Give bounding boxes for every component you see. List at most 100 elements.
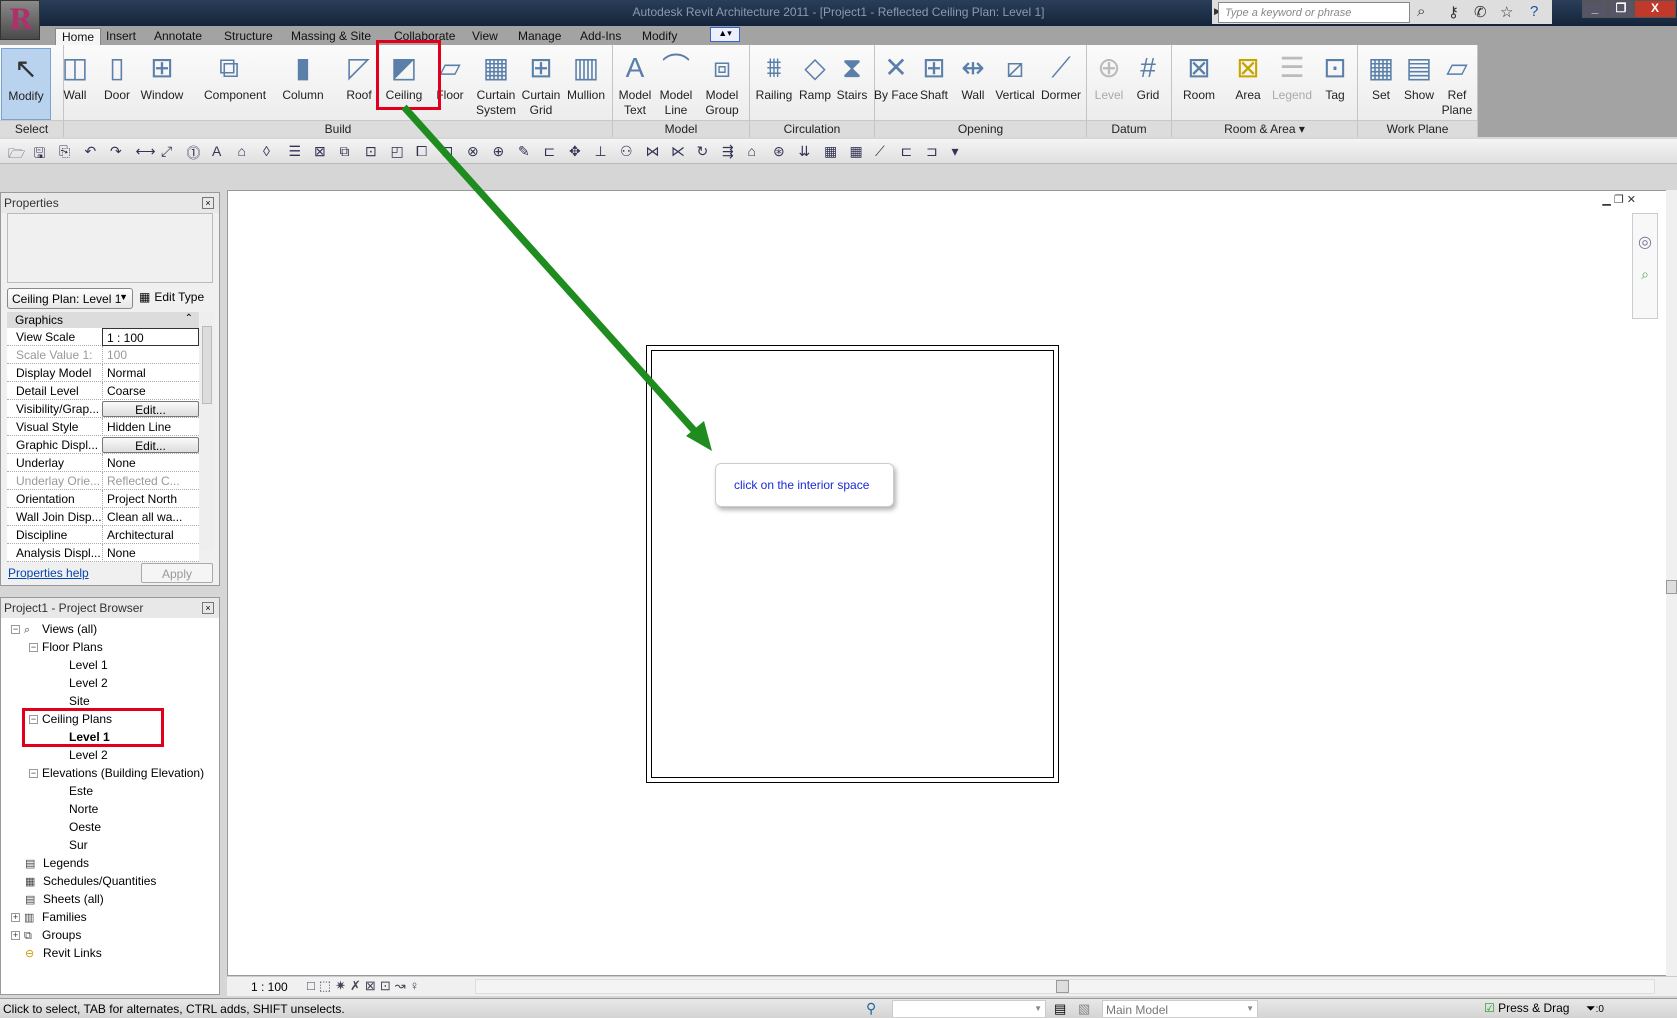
qat-tool-icon[interactable]: ▦ — [850, 143, 863, 160]
model-group-button[interactable]: ⧈ Model Group — [697, 48, 747, 120]
tree-item[interactable]: − ⌕ Views (all) — [11, 622, 97, 637]
filter-icon[interactable]: ⏷:0 — [1586, 1001, 1604, 1016]
curtain-grid-button[interactable]: ⊞ Curtain Grid — [516, 48, 566, 120]
horizontal-scrollbar[interactable] — [475, 979, 1655, 994]
qat-tool-icon[interactable]: ⊏ — [544, 143, 556, 160]
vertical-scrollbar[interactable] — [1666, 190, 1677, 978]
tree-item[interactable]: ⊖ Revit Links — [25, 946, 102, 960]
tab-structure[interactable]: Structure — [218, 28, 279, 45]
property-value[interactable]: 1 : 100 — [102, 328, 199, 346]
qat-tool-icon[interactable]: 🗁 — [8, 143, 25, 167]
qat-tool-icon[interactable]: ☰ — [289, 143, 302, 160]
editable-only-icon[interactable]: ▧ — [1078, 1001, 1090, 1017]
tab-view[interactable]: View — [466, 28, 504, 45]
properties-scrollbar[interactable] — [200, 312, 214, 550]
qat-tool-icon[interactable]: ⇶ — [722, 143, 734, 160]
tag-button[interactable]: ⊡ Tag — [1310, 48, 1360, 120]
window-button[interactable]: ⊞ Window — [137, 48, 187, 120]
stairs-button[interactable]: ⧗ Stairs — [827, 48, 877, 120]
binoculars-icon[interactable]: ⌕ — [1417, 3, 1425, 20]
edit-type-button[interactable]: ▦ Edit Type — [139, 290, 204, 304]
drawing-area[interactable]: ▁ ❐ ✕ ◎ ⌕ — [227, 190, 1667, 976]
property-value[interactable]: Clean all wa... — [102, 508, 199, 526]
property-value[interactable]: Hidden Line — [102, 418, 199, 436]
property-value[interactable]: Architectural — [102, 526, 199, 544]
qat-tool-icon[interactable]: ⓵ — [187, 143, 201, 163]
qat-tool-icon[interactable]: ✎ — [518, 143, 530, 160]
property-value[interactable]: Project North — [102, 490, 199, 508]
qat-tool-icon[interactable]: ⊐ — [926, 143, 938, 160]
grid-button[interactable]: # Grid — [1123, 48, 1173, 120]
qat-tool-icon[interactable]: ⎘ — [59, 143, 70, 160]
application-menu-button[interactable]: R — [0, 0, 40, 40]
qat-tool-icon[interactable]: ⊕ — [493, 143, 505, 160]
design-options-icon[interactable]: ▤ — [1054, 1001, 1066, 1017]
collapse-icon[interactable]: − — [29, 769, 38, 778]
worksets-icon[interactable]: ⚲ — [866, 1000, 876, 1017]
qat-tool-icon[interactable]: ⤢ — [161, 143, 172, 160]
property-value[interactable]: Coarse — [102, 382, 199, 400]
tab-add-ins[interactable]: Add-Ins — [574, 28, 627, 45]
qat-tool-icon[interactable]: ↻ — [697, 143, 709, 160]
qat-tool-icon[interactable]: ⊠ — [314, 143, 326, 160]
tree-item[interactable]: + ▥ Families — [11, 910, 87, 924]
modify-button[interactable]: ↖ Modify — [1, 48, 51, 120]
press-drag-checkbox[interactable]: ☑ Press & Drag — [1484, 1001, 1569, 1015]
workset-dropdown[interactable]: ▼ — [892, 1000, 1046, 1018]
qat-tool-icon[interactable]: ▾ — [952, 143, 959, 160]
qat-tool-icon[interactable]: ◊ — [263, 143, 270, 159]
help-icon[interactable]: ? — [1530, 3, 1538, 20]
tree-item[interactable]: ▦ Schedules/Quantities — [25, 874, 156, 888]
view-window-controls[interactable]: ▁ ❐ ✕ — [1602, 193, 1636, 206]
tree-item[interactable]: Norte — [69, 802, 98, 816]
room-button[interactable]: ⊠ Room — [1174, 48, 1224, 120]
vertical-button[interactable]: ⧄ Vertical — [990, 48, 1040, 120]
qat-tool-icon[interactable]: ⌂ — [748, 143, 756, 159]
search-input[interactable]: Type a keyword or phrase — [1218, 2, 1410, 23]
collapse-icon[interactable]: − — [29, 643, 38, 652]
qat-tool-icon[interactable]: ⇊ — [799, 143, 811, 160]
close-icon[interactable]: × — [202, 602, 214, 614]
key-icon[interactable]: ⚷ — [1448, 3, 1459, 21]
tree-item[interactable]: + ⧉ Groups — [11, 928, 81, 943]
tab-massing-site[interactable]: Massing & Site — [285, 28, 377, 45]
tree-item[interactable]: − Floor Plans — [29, 640, 103, 654]
component-button[interactable]: ⧉ Component — [204, 48, 266, 120]
navigation-bar[interactable]: ◎ ⌕ — [1632, 213, 1658, 319]
restore-icon[interactable]: ❐ — [1608, 0, 1634, 18]
view-control-icons[interactable]: □⬚✷✗⊠⊡↝♀ — [307, 978, 423, 994]
tab-home[interactable]: Home — [55, 28, 102, 45]
tab-manage[interactable]: Manage — [512, 28, 567, 45]
qat-tool-icon[interactable]: A — [212, 143, 221, 159]
qat-tool-icon[interactable]: ⊏ — [901, 143, 913, 160]
qat-tool-icon[interactable]: ⌂ — [238, 143, 246, 159]
tree-item[interactable]: Oeste — [69, 820, 101, 834]
zoom-icon[interactable]: ⌕ — [1633, 266, 1657, 283]
wall-inner-outline[interactable] — [651, 350, 1054, 778]
close-icon[interactable]: × — [202, 197, 214, 209]
qat-tool-icon[interactable]: ◰ — [391, 143, 404, 160]
property-value[interactable]: None — [102, 454, 199, 472]
column-button[interactable]: ▮ Column — [278, 48, 328, 120]
qat-tool-icon[interactable]: ↷ — [110, 143, 122, 160]
type-selector[interactable]: Ceiling Plan: Level 1 ▼ — [7, 288, 133, 309]
edit-button[interactable]: Edit... — [102, 401, 199, 417]
qat-tool-icon[interactable]: ⟷ — [136, 143, 156, 160]
collapse-icon[interactable]: − — [11, 625, 20, 634]
minimize-icon[interactable]: _ — [1582, 0, 1608, 18]
tree-item[interactable]: Level 2 — [69, 676, 108, 690]
satellite-icon[interactable]: ✆ — [1474, 3, 1487, 21]
tab-insert[interactable]: Insert — [100, 28, 142, 45]
close-icon[interactable]: X — [1634, 0, 1676, 18]
ribbon-minimize-button[interactable]: ▲▾ — [710, 27, 740, 42]
qat-tool-icon[interactable]: ⋉ — [671, 143, 685, 160]
expand-icon[interactable]: + — [11, 931, 20, 940]
tab-modify[interactable]: Modify — [636, 28, 683, 45]
qat-tool-icon[interactable]: ⊛ — [773, 143, 785, 160]
design-option-dropdown[interactable]: Main Model ▼ — [1102, 1000, 1258, 1018]
tree-item[interactable]: − Elevations (Building Elevation) — [29, 766, 204, 780]
qat-tool-icon[interactable]: ⊡ — [365, 143, 377, 160]
qat-tool-icon[interactable]: ⚇ — [620, 143, 633, 160]
qat-tool-icon[interactable]: ⊡ — [442, 143, 454, 160]
qat-tool-icon[interactable]: ⟋ — [875, 143, 885, 160]
